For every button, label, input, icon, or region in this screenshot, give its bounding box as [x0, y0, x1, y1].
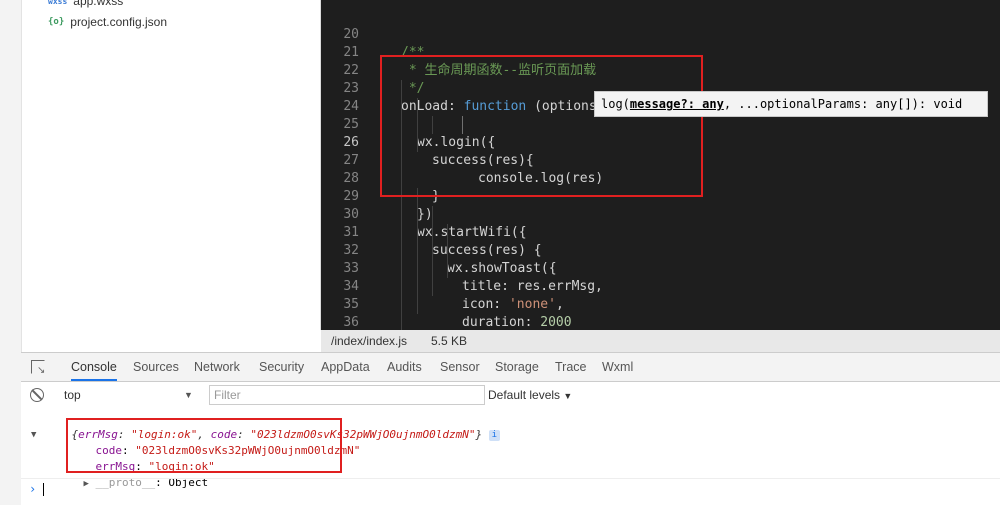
chevron-down-icon[interactable]: ▼: [184, 385, 193, 405]
code-line: 30 success(res) {: [321, 188, 1000, 258]
tree-item-project-config[interactable]: {o} project.config.json: [48, 15, 167, 29]
file-tree: wxss app.wxss {o} project.config.json: [22, 0, 321, 330]
console-prop-proto[interactable]: ▶ __proto__: Object: [57, 462, 209, 505]
code-line: 28 }): [321, 152, 1000, 222]
inspect-element-icon[interactable]: ↘: [21, 353, 53, 381]
code-line: 32 title: res.errMsg,: [321, 224, 1000, 294]
code-line: 20 /**: [321, 8, 1000, 60]
tab-sources[interactable]: Sources: [133, 353, 179, 381]
chevron-down-icon: ▼: [563, 391, 573, 401]
signature-tooltip: log(message?: any, ...optionalParams: an…: [594, 91, 988, 117]
console-output[interactable]: ▼ {errMsg: "login:ok", code: "023ldzmO0sv…: [21, 408, 1000, 505]
left-gutter: [0, 0, 22, 505]
tab-console[interactable]: Console: [71, 353, 117, 381]
tab-network[interactable]: Network: [194, 353, 240, 381]
console-toolbar: top ▼ Filter Default levels ▼: [21, 382, 1000, 409]
tree-item-label: project.config.json: [70, 15, 167, 29]
code-line: 36 }: [321, 296, 1000, 330]
tab-trace[interactable]: Trace: [555, 353, 587, 381]
code-editor[interactable]: 20 /** 21 * 生命周期函数--监听页面加载 22 */ 23 onLo…: [321, 0, 1000, 330]
info-icon: i: [488, 429, 500, 441]
console-input[interactable]: [43, 483, 44, 496]
expand-triangle-icon[interactable]: ▶: [84, 479, 89, 489]
tab-wxml[interactable]: Wxml: [602, 353, 633, 381]
code-line: 35 }): [321, 278, 1000, 312]
code-line: 26 console.log(res): [321, 116, 1000, 186]
code-line: 27 }: [321, 134, 1000, 204]
filter-input[interactable]: Filter: [209, 385, 485, 405]
divider: [21, 478, 1000, 479]
code-line: 37 }): [321, 314, 1000, 330]
file-size: 5.5 KB: [431, 334, 468, 348]
tab-audits[interactable]: Audits: [387, 353, 422, 381]
json-file-icon: {o}: [48, 17, 65, 27]
status-bar: /index/index.js 5.5 KB: [321, 330, 1000, 352]
expand-triangle-icon[interactable]: ▼: [31, 428, 36, 442]
file-path: /index/index.js: [331, 334, 408, 348]
clear-console-icon[interactable]: [30, 388, 44, 402]
context-select[interactable]: top: [56, 385, 204, 405]
tab-security[interactable]: Security: [259, 353, 304, 381]
tab-appdata[interactable]: AppData: [321, 353, 370, 381]
wxss-file-icon: wxss: [48, 0, 68, 6]
log-levels-select[interactable]: Default levels ▼: [488, 385, 572, 406]
code-line: 23 onLoad: function (options) {: [321, 62, 1000, 114]
tree-item-app-wxss[interactable]: wxss app.wxss: [48, 0, 123, 8]
devtools-tabbar: ↘ Console Sources Network Security AppDa…: [21, 352, 1000, 382]
code-line: 33 icon: 'none',: [321, 242, 1000, 312]
tab-sensor[interactable]: Sensor: [440, 353, 480, 381]
code-line: 22 */: [321, 44, 1000, 96]
console-prompt-icon: ›: [29, 482, 37, 496]
code-line: 21 * 生命周期函数--监听页面加载: [321, 26, 1000, 78]
tree-item-label: app.wxss: [73, 0, 124, 8]
code-line: 29 wx.startWifi({: [321, 170, 1000, 240]
tab-storage[interactable]: Storage: [495, 353, 539, 381]
code-line: 34 duration: 2000: [321, 260, 1000, 330]
code-line: 31 wx.showToast({: [321, 206, 1000, 276]
